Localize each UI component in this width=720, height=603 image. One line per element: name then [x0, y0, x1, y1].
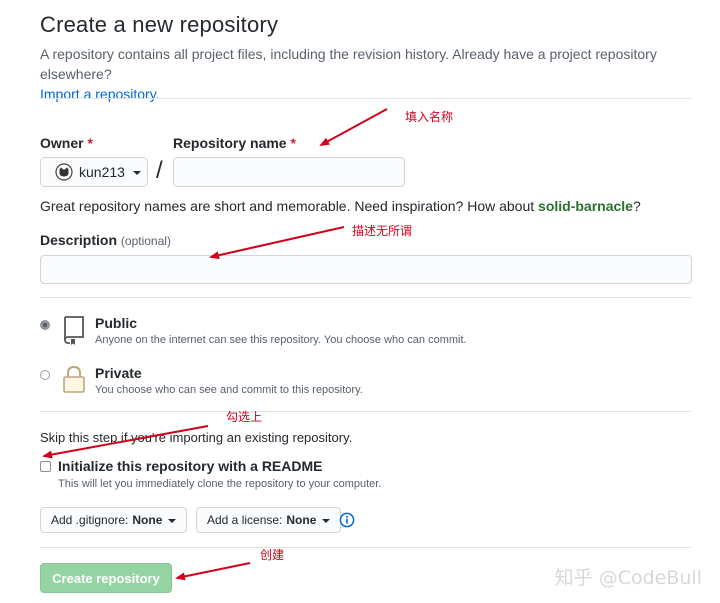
watermark: 知乎 @CodeBull	[554, 567, 702, 589]
annotation-check: 勾选上	[226, 410, 263, 424]
annotation-description: 描述无所谓	[352, 224, 413, 238]
annotation-arrows	[42, 108, 388, 581]
annotation-arrow-readme	[42, 425, 209, 459]
annotation-arrow-name	[319, 108, 388, 146]
annotation-fill-name: 填入名称	[405, 110, 454, 124]
annotation-arrow-create	[175, 562, 251, 581]
annotation-arrow-description	[209, 226, 345, 260]
annotation-create: 创建	[260, 548, 285, 562]
